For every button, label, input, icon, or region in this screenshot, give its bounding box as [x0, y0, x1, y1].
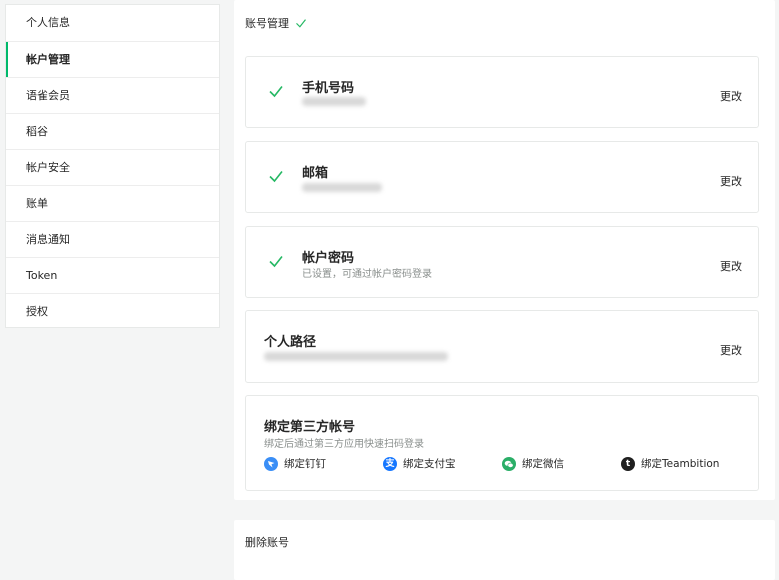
third-party-subtitle: 绑定后通过第三方应用快速扫码登录	[264, 439, 424, 450]
password-card: 帐户密码 已设置，可通过帐户密码登录 更改	[245, 226, 759, 298]
personal-path-title: 个人路径	[264, 335, 317, 350]
personal-path-value-blurred	[264, 352, 448, 361]
delete-account-panel: 删除账号	[234, 520, 775, 580]
alipay-icon: 支	[383, 456, 397, 471]
section-header: 账号管理	[245, 15, 307, 31]
change-path-button[interactable]: 更改	[720, 342, 742, 358]
bind-alipay-label: 绑定支付宝	[403, 458, 456, 470]
sidebar-item-notifications[interactable]: 消息通知	[6, 222, 219, 258]
email-card: 邮箱 更改	[245, 141, 759, 213]
teambition-icon: t	[621, 456, 635, 471]
bind-wechat-button[interactable]: 绑定微信	[502, 456, 621, 471]
sidebar: 个人信息 帐户管理 语雀会员 稻谷 帐户安全 账单 消息通知 Token 授权	[5, 4, 220, 328]
third-party-title: 绑定第三方帐号	[264, 420, 356, 435]
section-title: 账号管理	[245, 17, 289, 30]
third-party-bind-row: 绑定钉钉 支 绑定支付宝 绑定微信 t 绑定Teambition	[264, 456, 751, 471]
change-password-button[interactable]: 更改	[720, 258, 742, 274]
sidebar-item-security[interactable]: 帐户安全	[6, 150, 219, 186]
check-icon	[269, 86, 283, 98]
email-title: 邮箱	[302, 166, 329, 181]
phone-card: 手机号码 更改	[245, 56, 759, 128]
bind-dingtalk-button[interactable]: 绑定钉钉	[264, 456, 383, 471]
delete-account-title: 删除账号	[245, 536, 289, 549]
sidebar-item-membership[interactable]: 语雀会员	[6, 78, 219, 114]
sidebar-item-account[interactable]: 帐户管理	[6, 42, 219, 78]
bind-teambition-label: 绑定Teambition	[641, 458, 720, 470]
bind-dingtalk-label: 绑定钉钉	[284, 458, 326, 470]
change-email-button[interactable]: 更改	[720, 173, 742, 189]
personal-path-card: 个人路径 更改	[245, 310, 759, 383]
phone-value-blurred	[302, 97, 366, 106]
bind-teambition-button[interactable]: t 绑定Teambition	[621, 456, 751, 471]
password-status: 已设置，可通过帐户密码登录	[302, 269, 432, 280]
third-party-card: 绑定第三方帐号 绑定后通过第三方应用快速扫码登录 绑定钉钉 支 绑定支付宝 绑定…	[245, 395, 759, 491]
dingtalk-icon	[264, 456, 278, 471]
sidebar-item-billing[interactable]: 账单	[6, 186, 219, 222]
phone-title: 手机号码	[302, 81, 355, 96]
account-panel: 账号管理 手机号码 更改 邮箱 更改 帐户密码 已设置，可通过帐户密码登录 更改…	[234, 0, 775, 500]
wechat-icon	[502, 456, 516, 471]
bind-wechat-label: 绑定微信	[522, 458, 564, 470]
bind-alipay-button[interactable]: 支 绑定支付宝	[383, 456, 502, 471]
email-value-blurred	[302, 183, 382, 192]
check-icon	[296, 19, 306, 28]
sidebar-item-profile[interactable]: 个人信息	[6, 5, 219, 42]
password-title: 帐户密码	[302, 251, 355, 266]
check-icon	[269, 256, 283, 268]
sidebar-item-daogu[interactable]: 稻谷	[6, 114, 219, 150]
sidebar-item-authorization[interactable]: 授权	[6, 294, 219, 330]
check-icon	[269, 171, 283, 183]
change-phone-button[interactable]: 更改	[720, 88, 742, 104]
sidebar-item-token[interactable]: Token	[6, 258, 219, 294]
